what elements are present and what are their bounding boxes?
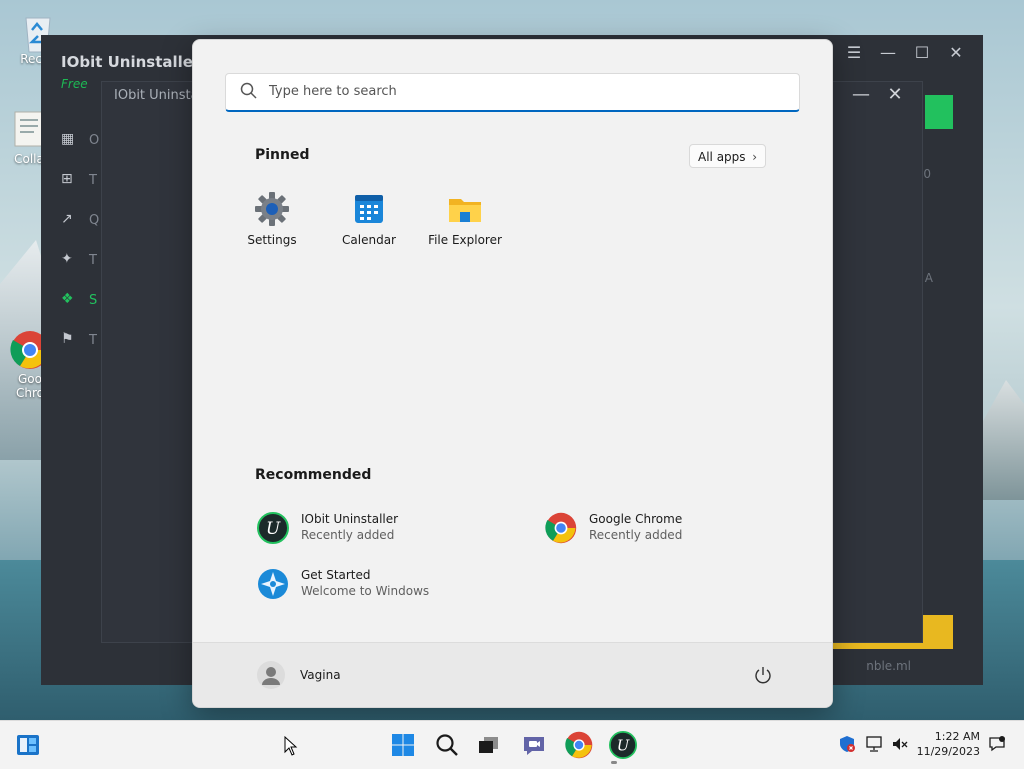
calendar-icon bbox=[351, 191, 387, 227]
svg-text:U: U bbox=[266, 519, 281, 539]
recommended-item-sub: Recently added bbox=[301, 528, 395, 542]
clock-date: 11/29/2023 bbox=[916, 745, 980, 758]
recommended-item-sub: Welcome to Windows bbox=[301, 584, 430, 598]
recommended-item-name: Get Started bbox=[301, 568, 371, 582]
network-icon[interactable] bbox=[865, 735, 883, 753]
sidebar-label: O bbox=[89, 133, 100, 148]
sidebar-label: T bbox=[89, 253, 97, 268]
start-footer: Vagina bbox=[193, 642, 832, 707]
tray-app-icon[interactable]: ⊞ bbox=[61, 171, 83, 193]
minimize-icon[interactable]: — bbox=[844, 84, 878, 105]
menu-icon[interactable]: ☰ bbox=[837, 43, 871, 62]
iobit-icon: U bbox=[257, 512, 289, 544]
close-icon[interactable]: ✕ bbox=[939, 43, 973, 62]
iobit-dim-text: nble.ml bbox=[866, 659, 911, 673]
all-apps-label: All apps bbox=[698, 150, 746, 164]
flag-icon[interactable]: ⚑ bbox=[61, 331, 83, 353]
pinned-app-settings[interactable]: Settings bbox=[224, 191, 320, 247]
mouse-cursor-icon bbox=[284, 736, 298, 756]
system-clock[interactable]: 1:22 AM 11/29/2023 bbox=[917, 729, 980, 759]
start-icon[interactable] bbox=[389, 731, 417, 759]
sidebar-label: Q bbox=[89, 213, 100, 228]
close-icon[interactable]: ✕ bbox=[878, 84, 912, 105]
taskbar: U 1:22 AM 11/29/2023 bbox=[0, 720, 1024, 769]
iobit-window-controls: ☰ — ☐ ✕ bbox=[837, 43, 973, 62]
volume-muted-icon[interactable] bbox=[891, 735, 909, 753]
pinned-header: Pinned bbox=[255, 147, 310, 163]
recommended-item-name: Google Chrome bbox=[589, 512, 683, 526]
pinned-app-calendar[interactable]: Calendar bbox=[321, 191, 417, 247]
recommended-item-name: IObit Uninstaller bbox=[301, 512, 399, 526]
puzzle-icon[interactable]: ✦ bbox=[61, 251, 83, 273]
folder-icon bbox=[447, 191, 483, 227]
iobit-edition-label: Free bbox=[61, 77, 88, 91]
user-avatar-icon[interactable] bbox=[257, 661, 285, 689]
widgets-icon[interactable] bbox=[14, 731, 42, 759]
recommended-item-iobit[interactable]: U IObit Uninstaller Recently added bbox=[257, 508, 457, 548]
grid-icon[interactable]: ▦ bbox=[61, 131, 83, 153]
chrome-icon bbox=[545, 512, 577, 544]
user-name[interactable]: Vagina bbox=[300, 668, 341, 682]
clock-time: 1:22 AM bbox=[934, 730, 980, 743]
power-icon[interactable] bbox=[752, 664, 774, 686]
pinned-app-label: Calendar bbox=[342, 233, 396, 247]
iobit-dialog-controls: — ✕ bbox=[844, 84, 912, 105]
chart-icon[interactable]: ↗ bbox=[61, 211, 83, 233]
start-search-input[interactable]: Type here to search bbox=[225, 73, 800, 112]
iobit-green-button[interactable] bbox=[925, 95, 953, 129]
sidebar-label: T bbox=[89, 173, 97, 188]
settings-gear-icon bbox=[254, 191, 290, 227]
wallpaper-mountain-right bbox=[979, 380, 1024, 500]
sidebar-label: T bbox=[89, 333, 97, 348]
pinned-app-label: Settings bbox=[247, 233, 297, 247]
chrome-icon[interactable] bbox=[565, 731, 593, 759]
iobit-dim-text: 0 bbox=[923, 167, 931, 181]
search-placeholder: Type here to search bbox=[269, 84, 397, 99]
chevron-right-icon: › bbox=[752, 150, 757, 164]
svg-text:U: U bbox=[617, 736, 630, 754]
running-indicator bbox=[611, 761, 617, 764]
search-icon bbox=[240, 82, 257, 99]
start-menu: Type here to search Pinned All apps › Se… bbox=[192, 39, 833, 708]
minimize-icon[interactable]: — bbox=[871, 43, 905, 62]
iobit-dim-text: A bbox=[924, 271, 933, 285]
all-apps-button[interactable]: All apps › bbox=[689, 144, 766, 168]
defender-icon[interactable] bbox=[838, 735, 856, 753]
iobit-dialog-title: IObit Uninsta bbox=[114, 88, 199, 103]
recommended-header: Recommended bbox=[255, 467, 372, 483]
recommended-item-get-started[interactable]: Get Started Welcome to Windows bbox=[257, 564, 457, 604]
pinned-app-label: File Explorer bbox=[428, 233, 502, 247]
notification-icon[interactable] bbox=[988, 735, 1006, 753]
search-icon[interactable] bbox=[433, 731, 461, 759]
iobit-icon[interactable]: U bbox=[609, 731, 637, 759]
teams-chat-icon[interactable] bbox=[520, 731, 548, 759]
maximize-icon[interactable]: ☐ bbox=[905, 43, 939, 62]
sidebar-label: S bbox=[89, 293, 98, 308]
recommended-item-sub: Recently added bbox=[589, 528, 683, 542]
recommended-item-chrome[interactable]: Google Chrome Recently added bbox=[545, 508, 745, 548]
pinned-app-file-explorer[interactable]: File Explorer bbox=[417, 191, 513, 247]
task-view-icon[interactable] bbox=[474, 731, 502, 759]
windows-logo-icon[interactable]: ❖ bbox=[61, 291, 83, 313]
get-started-icon bbox=[257, 568, 289, 600]
